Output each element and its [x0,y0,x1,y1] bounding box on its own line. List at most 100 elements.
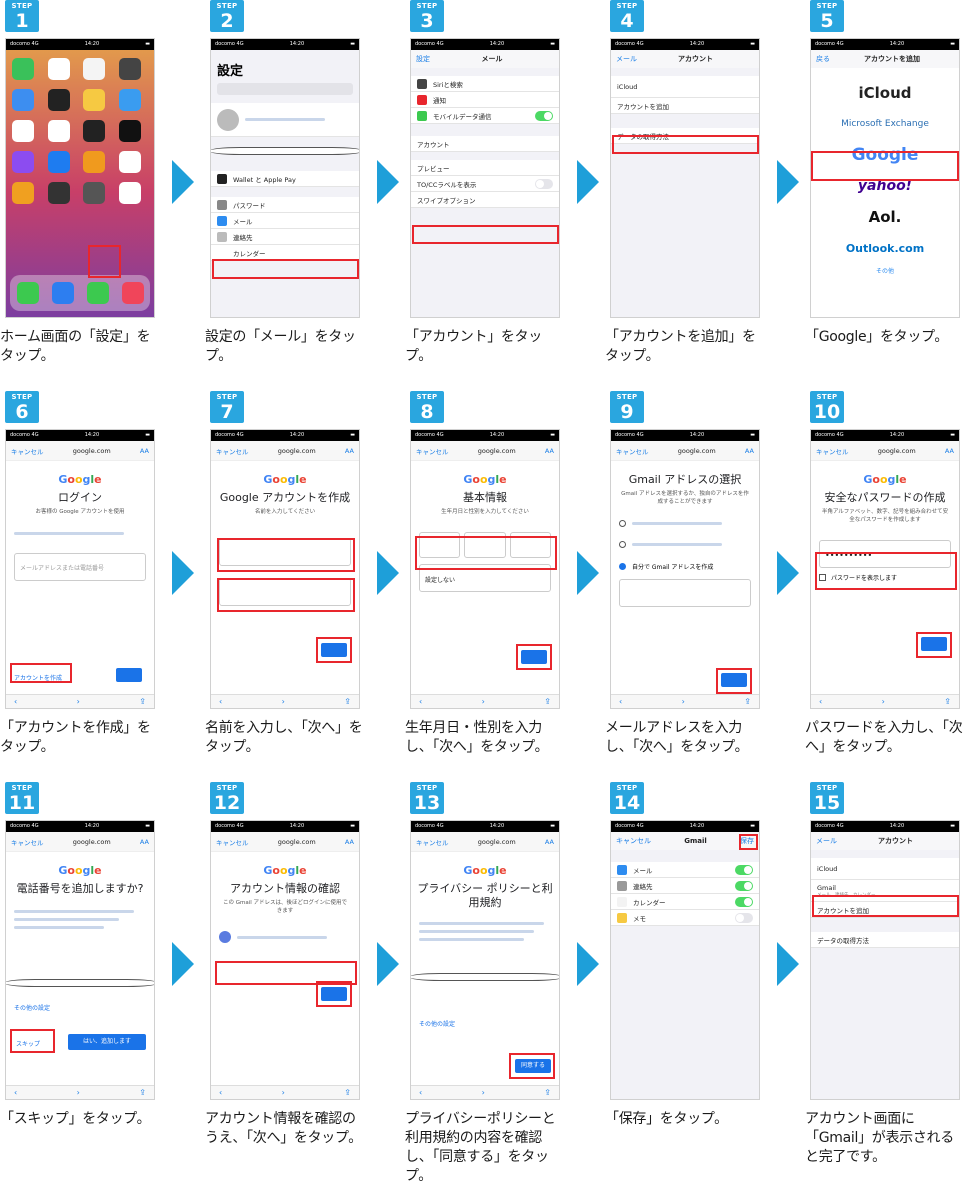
password-row[interactable]: パスワード [211,197,359,213]
other-settings-link[interactable]: その他の設定 [14,1003,50,1012]
app-icon[interactable] [83,120,105,142]
forward-icon[interactable]: › [77,1088,80,1097]
app-icon[interactable] [12,120,34,142]
cancel-link[interactable]: キャンセル [416,837,449,847]
share-icon[interactable]: ⇪ [544,697,551,706]
cancel-link[interactable]: キャンセル [816,446,849,456]
more-settings-link[interactable]: その他の設定 [419,1019,455,1028]
notes-row[interactable]: メモ [611,910,759,926]
provider-6[interactable]: その他 [811,264,959,280]
share-icon[interactable]: ⇪ [944,697,951,706]
forward-icon[interactable]: › [882,697,885,706]
back-icon[interactable]: ‹ [419,697,422,706]
back-icon[interactable]: ‹ [419,1088,422,1097]
app-icon[interactable] [118,182,141,204]
mail-row[interactable]: メール [611,862,759,878]
app-icon[interactable] [12,58,34,80]
icloud-row[interactable]: iCloud [811,858,959,880]
app-icon[interactable] [118,89,141,111]
back-link[interactable]: メール [616,54,637,64]
dock-app-icon[interactable] [86,282,109,304]
back-icon[interactable]: ‹ [219,1088,222,1097]
icloud-row[interactable]: iCloud [611,76,759,98]
app-icon[interactable] [12,182,34,204]
app-icon[interactable] [47,89,70,111]
app-icon[interactable] [47,120,70,142]
email-input[interactable]: メールアドレスまたは電話番号 [14,553,146,581]
app-icon[interactable] [12,151,34,173]
reader-icon[interactable]: AA [545,838,554,846]
app-icon[interactable] [118,58,141,80]
address-option[interactable] [619,520,751,527]
back-icon[interactable]: ‹ [219,697,222,706]
back-icon[interactable]: ‹ [819,697,822,706]
contacts-row[interactable]: 連絡先 [211,229,359,245]
next-button[interactable] [116,668,142,682]
reader-icon[interactable]: AA [945,447,954,455]
back-link[interactable]: 戻る [816,54,830,64]
dock-app-icon[interactable] [51,282,74,304]
back-icon[interactable]: ‹ [14,1088,17,1097]
settings-app-icon[interactable] [83,182,105,204]
app-icon[interactable] [83,89,105,111]
reader-icon[interactable]: AA [345,447,354,455]
cancel-link[interactable]: キャンセル [616,836,651,846]
provider-1[interactable]: Microsoft Exchange [811,109,959,140]
swipe-row[interactable]: スワイプオプション [411,192,559,208]
back-icon[interactable]: ‹ [14,697,17,706]
provider-0[interactable]: iCloud [811,78,959,109]
reader-icon[interactable]: AA [345,838,354,846]
cancel-link[interactable]: キャンセル [11,837,44,847]
share-icon[interactable]: ⇪ [139,1088,146,1097]
cancel-link[interactable]: キャンセル [11,446,44,456]
radio-icon[interactable] [619,520,626,527]
contacts-row[interactable]: 連絡先 [611,878,759,894]
tocc-row[interactable]: TO/CCラベルを表示 [411,176,559,192]
radio-icon[interactable] [619,541,626,548]
contacts-row-toggle[interactable] [735,880,753,891]
app-icon[interactable] [47,58,70,80]
forward-icon[interactable]: › [482,1088,485,1097]
app-icon[interactable] [118,151,141,173]
back-link[interactable]: メール [816,836,837,846]
provider-4[interactable]: Aol. [811,202,959,233]
forward-icon[interactable]: › [77,697,80,706]
apple-id-row[interactable] [211,103,359,137]
notes-row-toggle[interactable] [735,912,753,923]
app-icon[interactable] [47,182,70,204]
app-icon[interactable] [12,89,34,111]
app-icon[interactable] [47,151,70,173]
share-icon[interactable]: ⇪ [744,697,751,706]
cellular-row[interactable]: モバイルデータ通信 [411,108,559,124]
reader-icon[interactable]: AA [745,447,754,455]
reader-icon[interactable]: AA [545,447,554,455]
address-option[interactable] [619,541,751,548]
dock-app-icon[interactable] [121,282,144,304]
gmail-input[interactable] [619,579,751,607]
share-icon[interactable]: ⇪ [139,697,146,706]
app-icon[interactable] [83,58,105,80]
mail-row-toggle[interactable] [735,864,753,875]
share-icon[interactable]: ⇪ [344,1088,351,1097]
reader-icon[interactable]: AA [140,838,149,846]
radio-selected-icon[interactable] [619,563,626,570]
fetch-row[interactable]: データの取得方法 [811,932,959,948]
tocc-row-toggle[interactable] [535,178,553,189]
siri-row[interactable]: Siriと検索 [411,76,559,92]
wallet-row[interactable]: Wallet と Apple Pay [211,171,359,187]
back-link[interactable]: 設定 [416,54,430,64]
cancel-link[interactable]: キャンセル [216,837,249,847]
share-icon[interactable]: ⇪ [344,697,351,706]
forward-icon[interactable]: › [682,697,685,706]
back-icon[interactable]: ‹ [619,697,622,706]
accounts-row[interactable]: アカウント [411,136,559,152]
forward-icon[interactable]: › [282,697,285,706]
dock-app-icon[interactable] [16,282,39,304]
cancel-link[interactable]: キャンセル [616,446,649,456]
cancel-link[interactable]: キャンセル [216,446,249,456]
cancel-link[interactable]: キャンセル [416,446,449,456]
calendar-row-toggle[interactable] [735,896,753,907]
share-icon[interactable]: ⇪ [544,1088,551,1097]
preview-row[interactable]: プレビュー [411,160,559,176]
search-field[interactable] [217,83,353,95]
